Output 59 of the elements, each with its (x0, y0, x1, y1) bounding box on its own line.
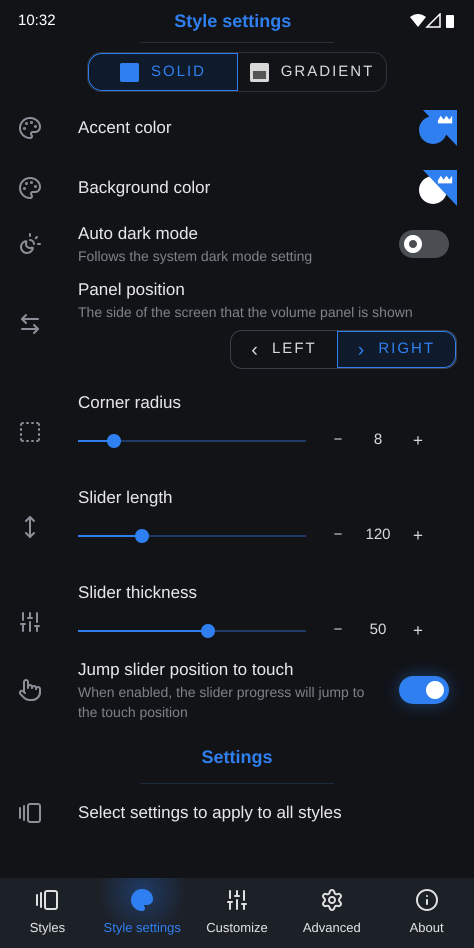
decrease-button[interactable]: − (330, 429, 346, 452)
slider-icon (18, 610, 42, 634)
corner-icon (18, 420, 42, 444)
sliders-icon (224, 888, 249, 912)
setting-title: Accent color (78, 117, 173, 139)
toggle-switch[interactable] (399, 676, 449, 704)
slider-value: 50 (368, 620, 388, 640)
slider-value: 120 (364, 525, 392, 546)
decrease-button[interactable]: − (330, 524, 346, 547)
setting-description: Follows the system dark mode setting (78, 247, 314, 266)
toggle-switch[interactable] (399, 230, 449, 258)
setting-title: Corner radius (78, 392, 182, 414)
increase-button[interactable]: + (410, 428, 426, 454)
pointer-hand-icon (18, 678, 42, 702)
position-toggle-button[interactable]: ‹ LEFT (231, 331, 337, 368)
setting-title: Panel position (78, 279, 186, 301)
increase-button[interactable]: + (410, 618, 426, 644)
position-toggle-button[interactable]: › RIGHT (336, 331, 456, 368)
cards-icon (18, 801, 42, 825)
nav-tab[interactable]: Styles (0, 878, 95, 948)
setting-title: Select settings to apply to all styles (78, 802, 342, 824)
gradient-icon (250, 62, 269, 82)
increase-button[interactable]: + (410, 522, 426, 548)
slider-track[interactable] (78, 528, 306, 542)
slider-thumb[interactable] (200, 624, 215, 638)
style-tab[interactable]: SOLID (88, 53, 238, 91)
swap-arrows-icon (18, 312, 42, 336)
page-title: Style settings (174, 10, 292, 33)
setting-title: Jump slider position to touch (78, 659, 294, 681)
setting-description: The side of the screen that the volume panel is shown (78, 303, 414, 322)
brightness-icon (18, 232, 42, 256)
settings-icon (320, 888, 344, 912)
palette-icon (18, 116, 42, 140)
setting-title: Background color (78, 177, 212, 199)
slider-value: 8 (372, 430, 384, 450)
style-tab[interactable]: GRADIENT (238, 53, 386, 91)
color-swatch-icon[interactable] (419, 110, 457, 146)
nav-tab[interactable]: Customize (190, 878, 284, 948)
nav-tab[interactable]: About (379, 878, 474, 948)
section-heading: Settings (201, 746, 272, 769)
setting-title: Auto dark mode (78, 223, 200, 245)
solid-square-icon (120, 62, 139, 82)
slider-thumb[interactable] (107, 434, 122, 448)
slider-thumb[interactable] (134, 528, 149, 542)
status-icons (410, 13, 456, 29)
setting-title: Slider thickness (78, 582, 198, 604)
palette-icon (130, 888, 154, 912)
cards-icon (35, 888, 60, 912)
color-swatch-icon[interactable] (419, 170, 457, 206)
decrease-button[interactable]: − (330, 619, 346, 642)
nav-tab[interactable]: Advanced (284, 878, 380, 948)
slider-track[interactable] (78, 434, 306, 448)
apply-settings-row[interactable]: Select settings to apply to all styles (0, 788, 474, 838)
info-icon (414, 888, 439, 912)
setting-title: Slider length (78, 486, 174, 508)
setting-description: When enabled, the slider progress will jump to the touch position (78, 683, 366, 722)
palette-icon (18, 176, 42, 200)
slider-track[interactable] (78, 624, 306, 638)
status-time: 10:32 (18, 10, 56, 31)
